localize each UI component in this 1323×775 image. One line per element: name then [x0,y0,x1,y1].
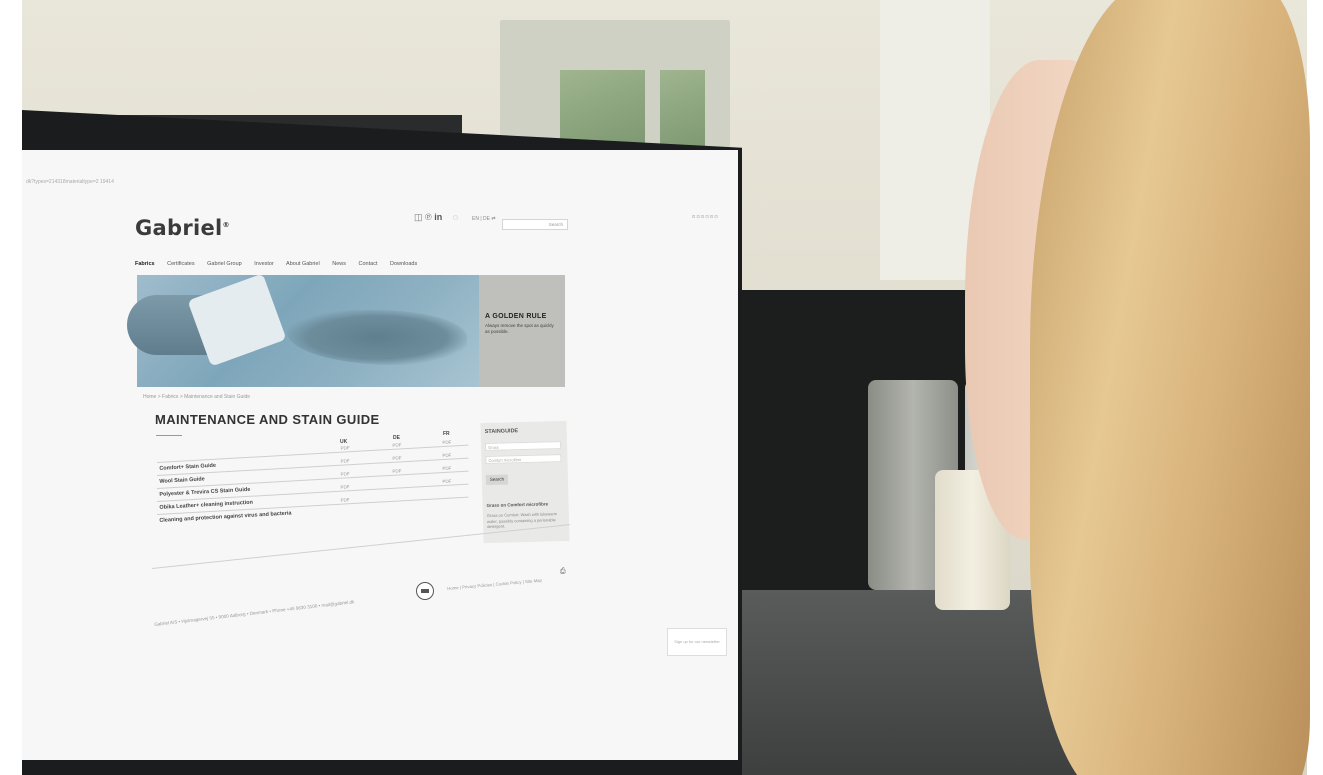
footer-address: Gabriel A/S • Hjulmagervej 55 • 9000 Aal… [154,599,355,627]
pdf-link-fr[interactable]: PDF [442,466,451,471]
hero-title: A GOLDEN RULE [485,313,547,320]
pdf-link-de[interactable]: PDF [392,455,401,460]
social-links: ◫ ℗ in ◌ [414,212,458,223]
pdf-link-de[interactable]: PDF [392,468,401,473]
hero-text-panel: A GOLDEN RULE Always remove the spot as … [479,275,565,387]
nav-item-investor[interactable]: Investor [254,261,274,267]
certification-seal-icon[interactable] [416,582,434,600]
pdf-link-uk[interactable]: PDF [340,445,349,450]
globe-icon[interactable]: ◌ [453,212,458,222]
stainguide-title: STAINGUIDE [484,428,519,436]
pinterest-icon[interactable]: ℗ [425,212,432,222]
pdf-link-uk[interactable]: PDF [340,458,349,463]
newsletter-button[interactable]: Sign up for our newsletter [667,628,727,656]
brand-name: Gabriel [135,216,223,240]
pdf-link-uk[interactable]: PDF [340,497,349,502]
pdf-link-uk[interactable]: PDF [340,471,349,476]
stain-shape [287,310,467,365]
instagram-icon[interactable]: ◫ [414,212,423,222]
url-bar[interactable]: dk?types=214318materialtype=2 19414 [22,176,738,188]
stain-guide-link[interactable]: Wool Stain Guide [159,476,205,485]
pdf-link-fr[interactable]: PDF [442,479,451,484]
nav-item-fabrics[interactable]: Fabrics [135,261,155,267]
stain-guide-link[interactable]: Comfort+ Stain Guide [159,463,216,472]
column-header-de: DE [393,435,400,441]
web-page: dk?types=214318materialtype=2 19414 Gabr… [22,150,738,760]
hero-subtitle: Always remove the spot as quickly as pos… [485,323,554,334]
result-heading: Grass on Comfort microfibre [486,501,549,509]
column-header-uk: UK [340,439,348,445]
breadcrumb[interactable]: Home > Fabrics > Maintenance and Stain G… [143,394,250,400]
nav-item-news[interactable]: News [332,261,346,267]
material-select[interactable]: Comfort microfibre [485,454,562,465]
stain-select[interactable]: Grass [484,441,562,452]
top-utility-icons[interactable]: ⊡ ⊡ ⊡ ⊡ ⊡ ⊡ [692,214,718,219]
title-divider [156,435,182,436]
monitor-screen: dk?types=214318materialtype=2 19414 Gabr… [22,150,738,760]
nav-item-contact[interactable]: Contact [359,261,378,267]
pdf-link-fr[interactable]: PDF [442,453,451,458]
hero-image [127,273,479,387]
main-nav: Fabrics Certificates Gabriel Group Inves… [135,261,428,267]
column-header-fr: FR [443,431,450,437]
footer-divider [152,524,570,569]
gabriel-logo[interactable]: Gabriel® [135,216,230,240]
search-button[interactable]: Search [485,474,509,486]
language-switcher[interactable]: EN | DE ⇄ [472,216,496,222]
search-input[interactable]: Search [502,219,568,230]
hero-banner: A GOLDEN RULE Always remove the spot as … [127,273,565,387]
photo-scene: dk?types=214318materialtype=2 19414 Gabr… [0,0,1323,775]
pdf-link-de[interactable]: PDF [392,442,401,447]
nav-item-gabriel-group[interactable]: Gabriel Group [207,261,242,267]
pdf-link-fr[interactable]: PDF [442,440,451,445]
pdf-link-uk[interactable]: PDF [340,484,349,489]
nav-item-certificates[interactable]: Certificates [167,261,195,267]
person-hair [1030,0,1310,775]
nav-item-about[interactable]: About Gabriel [286,261,320,267]
footer-links[interactable]: Home | Privacy Policies | Cookie Policy … [447,578,542,591]
print-icon[interactable]: ⎙ [560,568,566,576]
stain-guide-link[interactable]: Cleaning and protection against virus an… [159,510,291,523]
page-title: MAINTENANCE AND STAIN GUIDE [155,412,380,427]
linkedin-icon[interactable]: in [434,212,442,222]
nav-item-downloads[interactable]: Downloads [390,261,417,267]
